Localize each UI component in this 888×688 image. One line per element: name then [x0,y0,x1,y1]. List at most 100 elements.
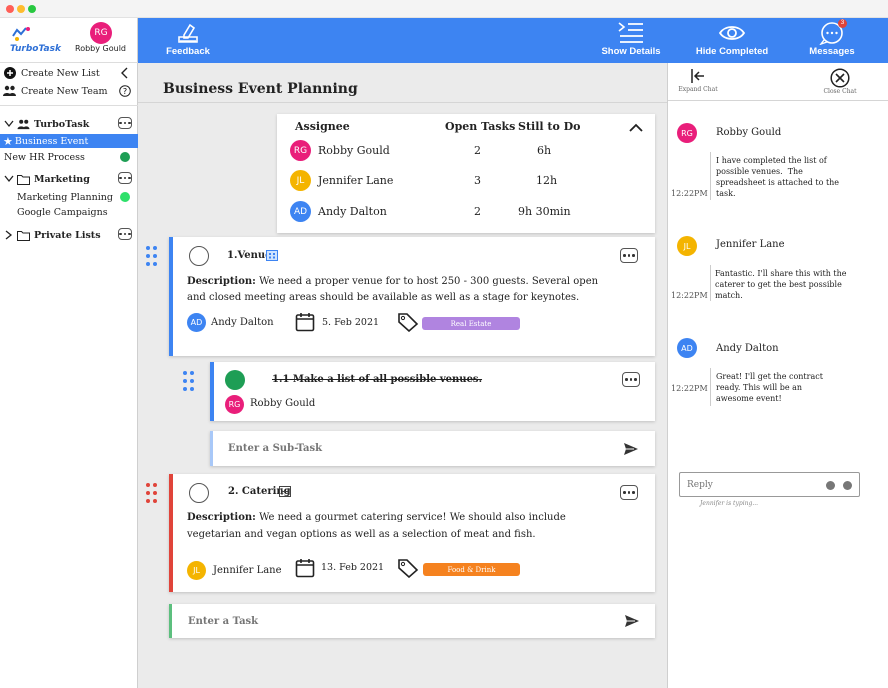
minimize-window-button[interactable] [17,5,25,13]
calendar-icon[interactable] [295,558,315,578]
sidebar-item-marketing-planning[interactable]: Marketing Planning [0,189,138,205]
avatar: AD [187,313,206,332]
sidebar-group-label: Marketing [34,173,90,185]
task-card[interactable]: 2. Catering Description: We need a gourm… [169,474,655,592]
message-author: Andy Dalton [716,343,779,354]
close-chat-button[interactable]: Close Chat [818,68,862,100]
drag-handle[interactable] [183,371,195,391]
task-card[interactable]: 1.Venue Description: We need a proper ve… [169,237,655,356]
drag-handle[interactable] [146,246,158,266]
task-assignee: Andy Dalton [211,317,274,328]
sidebar-item-label: New HR Process [4,151,85,163]
avatar: JL [187,561,206,580]
feedback-button[interactable]: Feedback [160,18,216,63]
subtask-title: 1.1 Make a list of all possible venues. [272,374,483,385]
folder-icon [17,230,30,241]
reply-input[interactable] [687,478,807,492]
help-icon[interactable]: ? [119,85,131,97]
zoom-window-button[interactable] [28,5,36,13]
user-avatar[interactable]: RG [90,22,112,44]
task-description: Description: We need a proper venue for … [187,276,599,287]
reply-box [679,472,860,497]
subtask-assignee: Robby Gould [250,398,316,409]
sidebar-group-marketing[interactable]: Marketing [0,171,138,187]
messages-button[interactable]: Messages 3 [806,18,858,63]
assignee-name: Robby Gould [318,144,390,157]
open-tasks-count: 2 [474,144,481,157]
subtask-input-row [210,431,655,466]
sidebar-group-turbotask[interactable]: TurboTask [0,116,138,132]
tag-icon[interactable] [397,312,419,332]
show-details-button[interactable]: Show Details [600,18,662,63]
close-chat-label: Close Chat [823,88,857,95]
still-to-do-value: 6h [537,144,552,157]
building-icon [266,250,278,261]
close-window-button[interactable] [6,5,14,13]
task-options-button[interactable] [620,485,638,500]
avatar: RG [290,140,311,161]
message-text: Great! I'll get the contract ready. This… [716,372,823,403]
task-tag[interactable]: Real Estate [422,317,520,330]
collapse-sidebar-icon[interactable] [120,67,130,79]
task-options-button[interactable] [620,248,638,263]
subtask-input[interactable] [228,440,598,456]
message-time: 12:22PM [671,291,708,300]
tag-icon[interactable] [397,558,419,578]
table-row: JL Jennifer Lane 3 12h [277,170,655,194]
expand-chat-button[interactable]: Expand Chat [676,68,720,100]
group-options-button[interactable] [118,228,132,240]
message-divider [710,368,711,406]
chevron-up-icon[interactable] [628,123,644,133]
chevron-right-icon [5,230,13,240]
task-complete-checkbox[interactable] [189,483,209,503]
expand-chat-label: Expand Chat [678,86,718,93]
avatar: AD [677,338,697,358]
sidebar-item-google-campaigns[interactable]: Google Campaigns [0,204,138,220]
chevron-down-icon [4,120,14,128]
sidebar-divider [0,105,138,106]
message-divider [710,265,711,301]
user-name: Robby Gould [75,44,126,53]
drag-handle[interactable] [146,483,158,503]
subtask-completed-checkbox[interactable] [225,370,245,390]
sidebar-item-label: Business Event [14,135,89,147]
sidebar-group-private-lists[interactable]: Private Lists [0,227,138,243]
avatar: JL [677,236,697,256]
create-new-list-button[interactable]: Create New List [0,65,138,81]
message-text: I have completed the list of possible ve… [716,156,840,198]
hide-completed-label: Hide Completed [695,46,769,57]
create-new-team-button[interactable]: Create New Team ? [0,83,138,99]
sidebar-item-label: Google Campaigns [17,206,108,218]
message-time: 12:22PM [671,189,708,198]
task-description: Description: We need a gourmet catering … [187,512,566,523]
team-icon [3,85,16,96]
message-author: Robby Gould [716,127,782,138]
sidebar: TurboTask RG Robby Gould Create New List… [0,18,138,688]
subtask-options-button[interactable] [622,372,640,387]
sidebar-item-business-event[interactable]: ★ Business Event [0,134,138,148]
task-tag[interactable]: Food & Drink [423,563,520,576]
page-title: Business Event Planning [163,81,358,97]
task-due-date: 5. Feb 2021 [322,317,380,328]
send-icon[interactable] [623,442,639,456]
column-header-open-tasks: Open Tasks [445,120,516,133]
sidebar-group-label: Private Lists [34,229,101,241]
task-due-date: 13. Feb 2021 [321,562,385,573]
top-toolbar: Feedback Show Details Hide Completed Mes… [138,18,888,63]
task-input[interactable] [188,613,588,629]
calendar-icon[interactable] [295,312,315,332]
subtask-card[interactable]: 1.1 Make a list of all possible venues. … [210,362,655,421]
chat-panel: Expand Chat Close Chat RG Robby Gould 12… [667,63,888,688]
typing-dot [826,481,835,490]
sidebar-item-new-hr-process[interactable]: New HR Process [0,149,138,165]
group-options-button[interactable] [118,172,132,184]
main-panel: Business Event Planning Assignee Open Ta… [138,63,667,688]
team-icon [17,119,30,129]
messages-badge: 3 [838,19,847,28]
send-icon[interactable] [624,614,640,628]
group-options-button[interactable] [118,117,132,129]
hide-completed-button[interactable]: Hide Completed [695,18,769,63]
task-complete-checkbox[interactable] [189,246,209,266]
create-new-team-label: Create New Team [21,85,108,97]
close-icon [830,68,850,88]
